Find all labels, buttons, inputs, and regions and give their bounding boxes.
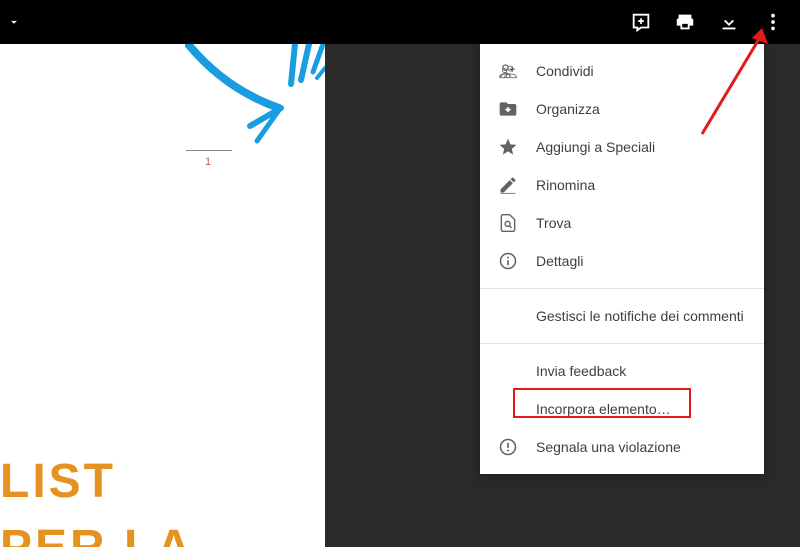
document-preview: 1 LIST PER LA	[0, 44, 325, 547]
document-title-line-2: PER LA	[0, 520, 194, 547]
menu-item-details[interactable]: Dettagli	[480, 242, 764, 280]
print-button[interactable]	[674, 11, 696, 33]
chevron-down-icon	[7, 15, 21, 29]
dropdown-toggle[interactable]	[0, 0, 28, 44]
more-actions-menu: Condividi Organizza Aggiungi a Speciali …	[480, 44, 764, 474]
pencil-icon	[498, 175, 518, 195]
menu-divider	[480, 288, 764, 289]
menu-item-find[interactable]: Trova	[480, 204, 764, 242]
menu-divider	[480, 343, 764, 344]
menu-label: Trova	[536, 215, 571, 231]
page-number: 1	[205, 156, 211, 168]
share-icon	[498, 61, 518, 81]
menu-item-embed[interactable]: Incorpora elemento…	[480, 390, 764, 428]
star-icon	[498, 137, 518, 157]
toolbar-right	[630, 11, 784, 33]
print-icon	[674, 11, 696, 33]
add-comment-button[interactable]	[630, 11, 652, 33]
more-button[interactable]	[762, 11, 784, 33]
menu-label: Segnala una violazione	[536, 439, 681, 455]
menu-label: Aggiungi a Speciali	[536, 139, 655, 155]
page-number-divider	[186, 150, 232, 151]
document-title-line-1: LIST	[0, 454, 116, 509]
menu-label: Condividi	[536, 63, 594, 79]
document-decoration	[185, 44, 325, 154]
more-vert-icon	[762, 11, 784, 33]
warning-icon	[498, 437, 518, 457]
download-icon	[718, 11, 740, 33]
download-button[interactable]	[718, 11, 740, 33]
menu-item-manage-notifications[interactable]: Gestisci le notifiche dei commenti	[480, 297, 764, 335]
menu-item-report[interactable]: Segnala una violazione	[480, 428, 764, 466]
menu-label: Dettagli	[536, 253, 583, 269]
find-in-page-icon	[498, 213, 518, 233]
menu-label: Rinomina	[536, 177, 595, 193]
menu-label: Organizza	[536, 101, 600, 117]
menu-label: Incorpora elemento…	[536, 401, 671, 417]
info-icon	[498, 251, 518, 271]
menu-item-send-feedback[interactable]: Invia feedback	[480, 352, 764, 390]
topbar	[0, 0, 800, 44]
menu-item-share[interactable]: Condividi	[480, 52, 764, 90]
menu-item-organize[interactable]: Organizza	[480, 90, 764, 128]
menu-label: Gestisci le notifiche dei commenti	[536, 308, 744, 324]
menu-label: Invia feedback	[536, 363, 626, 379]
add-comment-icon	[630, 11, 652, 33]
menu-item-add-star[interactable]: Aggiungi a Speciali	[480, 128, 764, 166]
menu-item-rename[interactable]: Rinomina	[480, 166, 764, 204]
folder-icon	[498, 99, 518, 119]
